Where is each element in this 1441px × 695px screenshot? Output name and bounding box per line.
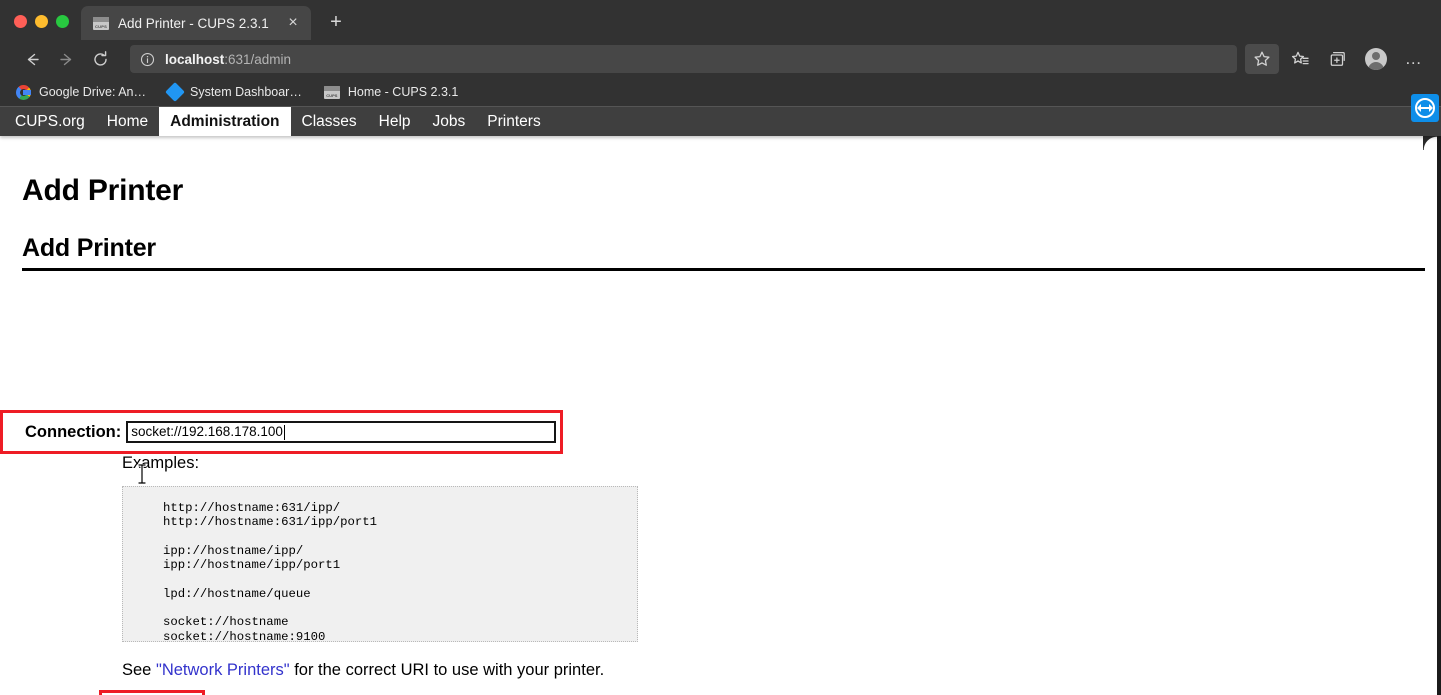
bookmarks-bar: Google Drive: An… System Dashboar… CUPS … bbox=[0, 78, 1441, 106]
url-text: localhost:631/admin bbox=[165, 52, 291, 67]
bookmark-label: Home - CUPS 2.3.1 bbox=[347, 85, 459, 99]
nav-item-jobs[interactable]: Jobs bbox=[422, 107, 477, 136]
diamond-icon bbox=[165, 82, 185, 102]
page-corner-shadow bbox=[1423, 136, 1437, 150]
nav-item-help[interactable]: Help bbox=[368, 107, 422, 136]
connection-input-value: socket://192.168.178.100 bbox=[131, 424, 283, 439]
bookmark-label: System Dashboar… bbox=[190, 85, 302, 99]
close-window-button[interactable] bbox=[14, 15, 27, 28]
connection-input[interactable]: socket://192.168.178.100 bbox=[126, 421, 557, 443]
browser-toolbar: localhost:631/admin … bbox=[0, 40, 1441, 78]
text-caret bbox=[283, 424, 285, 440]
address-bar[interactable]: localhost:631/admin bbox=[130, 45, 1237, 73]
tab-group-icon[interactable] bbox=[1321, 44, 1355, 74]
examples-label: Examples: bbox=[122, 454, 200, 472]
section-title: Add Printer bbox=[22, 234, 156, 262]
bookmark-label: Google Drive: An… bbox=[39, 85, 146, 99]
bookmark-google-drive[interactable]: Google Drive: An… bbox=[16, 84, 146, 100]
tab-strip: CUPS Add Printer - CUPS 2.3.1 × + bbox=[0, 0, 1441, 40]
forward-arrow-icon[interactable] bbox=[50, 44, 82, 74]
continue-button-highlight: Continue bbox=[99, 690, 205, 695]
new-tab-button[interactable]: + bbox=[325, 12, 347, 32]
examples-box: http://hostname:631/ipp/ http://hostname… bbox=[122, 486, 638, 644]
title-divider bbox=[22, 268, 1425, 271]
nav-item-printers[interactable]: Printers bbox=[476, 107, 551, 136]
window-controls bbox=[0, 15, 81, 40]
url-path: :631/admin bbox=[224, 51, 292, 67]
url-host: localhost bbox=[165, 51, 225, 67]
page-viewport: CUPS.org Home Administration Classes Hel… bbox=[0, 106, 1441, 695]
nav-item-home[interactable]: Home bbox=[96, 107, 159, 136]
cups-favicon-icon: CUPS bbox=[93, 16, 109, 30]
connection-field-highlight: Connection: socket://192.168.178.100 bbox=[0, 410, 563, 454]
nav-item-administration[interactable]: Administration bbox=[159, 107, 291, 136]
browser-tab-active[interactable]: CUPS Add Printer - CUPS 2.3.1 × bbox=[81, 6, 311, 40]
teamviewer-icon[interactable] bbox=[1411, 94, 1439, 122]
page-content: Add Printer Add Printer Connection: sock… bbox=[0, 136, 1441, 695]
see-suffix: for the correct URI to use with your pri… bbox=[289, 661, 605, 679]
back-arrow-icon[interactable] bbox=[16, 44, 48, 74]
cups-icon: CUPS bbox=[323, 85, 340, 99]
google-icon bbox=[16, 84, 31, 100]
cups-navigation-bar: CUPS.org Home Administration Classes Hel… bbox=[0, 106, 1441, 136]
bookmark-home-cups[interactable]: CUPS Home - CUPS 2.3.1 bbox=[323, 85, 459, 99]
close-tab-button[interactable]: × bbox=[284, 15, 302, 31]
page-right-edge bbox=[1437, 106, 1441, 695]
examples-text: http://hostname:631/ipp/ http://hostname… bbox=[163, 501, 378, 644]
bookmark-system-dashboard[interactable]: System Dashboar… bbox=[165, 82, 302, 102]
maximize-window-button[interactable] bbox=[56, 15, 69, 28]
info-circle-icon[interactable] bbox=[140, 52, 155, 67]
star-icon[interactable] bbox=[1245, 44, 1279, 74]
nav-item-classes[interactable]: Classes bbox=[291, 107, 368, 136]
page-title: Add Printer bbox=[22, 174, 184, 207]
connection-label: Connection: bbox=[25, 422, 122, 441]
favorites-list-icon[interactable] bbox=[1283, 44, 1317, 74]
toolbar-icons: … bbox=[1245, 44, 1431, 74]
minimize-window-button[interactable] bbox=[35, 15, 48, 28]
nav-item-cups-org[interactable]: CUPS.org bbox=[4, 107, 96, 136]
network-printers-link[interactable]: Network Printers bbox=[162, 661, 284, 679]
tab-title: Add Printer - CUPS 2.3.1 bbox=[118, 15, 269, 31]
browser-window: CUPS Add Printer - CUPS 2.3.1 × + localh… bbox=[0, 0, 1441, 695]
network-printers-hint: See "Network Printers" for the correct U… bbox=[122, 661, 604, 680]
profile-avatar-icon[interactable] bbox=[1359, 44, 1393, 74]
ellipsis-icon[interactable]: … bbox=[1397, 44, 1431, 74]
see-prefix: See bbox=[122, 661, 156, 679]
reload-icon[interactable] bbox=[84, 44, 116, 74]
